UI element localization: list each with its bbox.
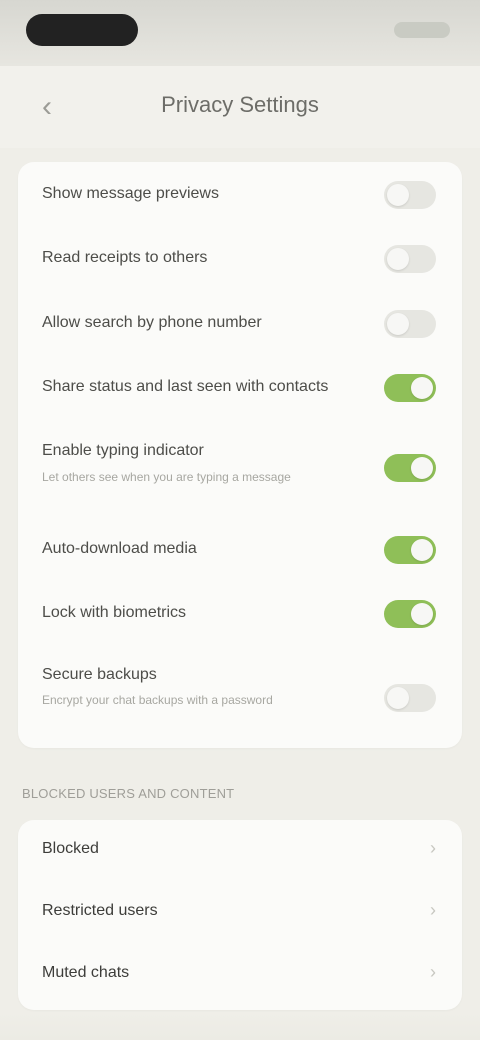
- toggle-knob: [387, 313, 409, 335]
- toggle-description: Let others see when you are typing a mes…: [42, 470, 291, 484]
- toggle-label: Lock with biometrics: [42, 604, 187, 621]
- page-title: Privacy Settings: [161, 92, 319, 117]
- toggle-knob: [387, 687, 409, 709]
- chevron-right-icon: ›: [430, 838, 436, 858]
- toggle-row[interactable]: Lock with biometrics: [18, 582, 462, 646]
- status-icons: [394, 22, 450, 38]
- toggle-switch[interactable]: [384, 600, 436, 628]
- toggle-switch[interactable]: [384, 310, 436, 338]
- chevron-right-icon: ›: [430, 962, 436, 982]
- toggle-label: Secure backups: [42, 666, 157, 683]
- toggle-label: Allow search by phone number: [42, 314, 262, 331]
- toggle-switch[interactable]: [384, 374, 436, 402]
- privacy-settings-card: Show message previews Read receipts to o…: [18, 162, 462, 748]
- toggle-knob: [387, 248, 409, 270]
- blocked-users-card: Blocked › Restricted users › Muted chats…: [18, 820, 462, 1010]
- toggle-knob: [411, 457, 433, 479]
- list-item-blocked[interactable]: Blocked ›: [18, 820, 462, 882]
- toggle-switch[interactable]: [384, 454, 436, 482]
- toggle-row[interactable]: Show message previews: [18, 162, 462, 228]
- list-item-label: Blocked: [42, 840, 99, 857]
- chevron-left-icon: ‹: [42, 90, 52, 123]
- toggle-switch[interactable]: [384, 684, 436, 712]
- status-bar: [0, 0, 480, 66]
- section-header: BLOCKED USERS AND CONTENT: [22, 786, 235, 801]
- toggle-label: Show message previews: [42, 185, 219, 202]
- toggle-knob: [411, 603, 433, 625]
- back-button[interactable]: ‹: [28, 88, 66, 126]
- chevron-right-icon: ›: [430, 900, 436, 920]
- toggle-switch[interactable]: [384, 536, 436, 564]
- toggle-row[interactable]: Share status and last seen with contacts: [18, 356, 462, 420]
- toggle-row[interactable]: Read receipts to others: [18, 228, 462, 292]
- list-item-restricted[interactable]: Restricted users ›: [18, 882, 462, 944]
- toggle-row[interactable]: Secure backups Encrypt your chat backups…: [18, 646, 462, 746]
- toggle-label: Share status and last seen with contacts: [42, 378, 329, 395]
- toggle-switch[interactable]: [384, 181, 436, 209]
- toggle-row[interactable]: Allow search by phone number: [18, 292, 462, 356]
- toggle-knob: [411, 539, 433, 561]
- header: ‹ Privacy Settings: [0, 66, 480, 148]
- toggle-row[interactable]: Enable typing indicator Let others see w…: [18, 420, 462, 518]
- toggle-row[interactable]: Auto-download media: [18, 518, 462, 582]
- toggle-description: Encrypt your chat backups with a passwor…: [42, 693, 273, 707]
- toggle-label: Auto-download media: [42, 540, 197, 557]
- bottom-background: [0, 1012, 480, 1040]
- list-item-label: Restricted users: [42, 902, 158, 919]
- list-item-muted[interactable]: Muted chats ›: [18, 944, 462, 1006]
- toggle-label: Read receipts to others: [42, 249, 208, 266]
- toggle-knob: [387, 184, 409, 206]
- toggle-knob: [411, 377, 433, 399]
- list-item-label: Muted chats: [42, 964, 130, 981]
- dynamic-island: [26, 14, 138, 46]
- toggle-label: Enable typing indicator: [42, 442, 204, 459]
- toggle-switch[interactable]: [384, 245, 436, 273]
